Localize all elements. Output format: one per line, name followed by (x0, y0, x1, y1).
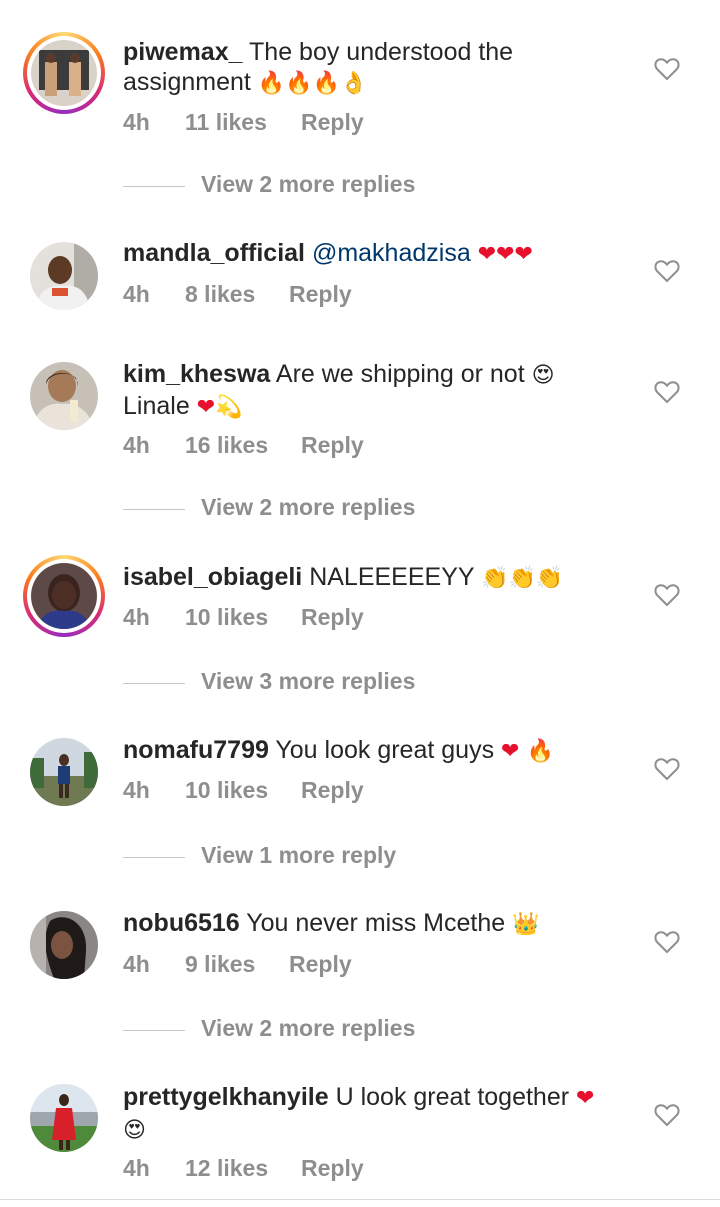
comment-meta: 4h 16 likes Reply (123, 432, 364, 459)
comment-text: You never miss Mcethe (246, 909, 506, 937)
heart-outline-icon[interactable] (654, 583, 680, 607)
comment-text: The boy understood the (249, 38, 514, 66)
comment-body: isabel_obiageli NALEEEEEYY 👏👏👏 (123, 562, 623, 594)
comment-text: U look great together (335, 1083, 570, 1111)
likes-count[interactable]: 12 likes (185, 1155, 301, 1182)
comment-username[interactable]: nomafu7799 (123, 736, 269, 764)
crown-emoji-icon: 👑 (512, 912, 540, 937)
comment-time: 4h (123, 777, 150, 803)
reply-button[interactable]: Reply (289, 951, 352, 978)
comment-time: 4h (123, 951, 150, 977)
avatar[interactable] (30, 362, 98, 430)
likes-count[interactable]: 8 likes (185, 281, 289, 308)
heart-outline-icon[interactable] (654, 757, 680, 781)
comment-meta: 4h 10 likes Reply (123, 604, 364, 631)
comment-meta: 4h 9 likes Reply (123, 951, 352, 978)
comment-body: nomafu7799 You look great guys ❤ 🔥 (123, 735, 623, 767)
comment-username[interactable]: kim_kheswa (123, 360, 270, 388)
bottom-divider (0, 1199, 720, 1200)
comment-text: You look great guys (275, 736, 495, 764)
avatar[interactable] (30, 911, 98, 979)
comment-username[interactable]: mandla_official (123, 239, 305, 267)
reply-button[interactable]: Reply (301, 604, 364, 631)
heart-outline-icon[interactable] (654, 259, 680, 283)
heart-outline-icon[interactable] (654, 57, 680, 81)
comment-text: Linale (123, 392, 190, 420)
divider-line (123, 186, 185, 187)
comment-text: Are we shipping or not (275, 360, 525, 388)
comment-username[interactable]: piwemax_ (123, 38, 243, 66)
avatar[interactable] (30, 242, 98, 310)
comment-time: 4h (123, 432, 150, 458)
reply-button[interactable]: Reply (289, 281, 352, 308)
clapping-hands-emoji-icon: 👏👏👏 (481, 566, 564, 591)
divider-line (123, 857, 185, 858)
comment-meta: 4h 10 likes Reply (123, 777, 364, 804)
heart-eyes-emoji-icon: 😍 (123, 1118, 146, 1143)
divider-line (123, 509, 185, 510)
reply-button[interactable]: Reply (301, 432, 364, 459)
heart-outline-icon[interactable] (654, 380, 680, 404)
reply-button[interactable]: Reply (301, 777, 364, 804)
avatar[interactable] (23, 32, 105, 114)
comment-text: NALEEEEEYY (309, 563, 475, 591)
comment-username[interactable]: nobu6516 (123, 909, 240, 937)
comment-text: assignment (123, 68, 251, 96)
heart-outline-icon[interactable] (654, 1103, 680, 1127)
red-heart-emoji-icon: ❤❤❤ (477, 242, 533, 267)
avatar[interactable] (30, 738, 98, 806)
avatar[interactable] (30, 1084, 98, 1152)
likes-count[interactable]: 10 likes (185, 604, 301, 631)
red-heart-emoji-icon: ❤ (576, 1086, 595, 1111)
divider-line (123, 1030, 185, 1031)
comment-meta: 4h 12 likes Reply (123, 1155, 364, 1182)
comment-time: 4h (123, 1155, 150, 1181)
fire-emoji-icon: 🔥🔥🔥👌 (257, 71, 368, 96)
comment-meta: 4h 8 likes Reply (123, 281, 352, 308)
likes-count[interactable]: 11 likes (185, 109, 301, 136)
comment-time: 4h (123, 281, 150, 307)
reply-button[interactable]: Reply (301, 109, 364, 136)
comment-username[interactable]: isabel_obiageli (123, 563, 302, 591)
reply-button[interactable]: Reply (301, 1155, 364, 1182)
divider-line (123, 683, 185, 684)
heart-sparkle-emoji-icon: ❤💫 (196, 395, 243, 420)
avatar[interactable] (23, 555, 105, 637)
likes-count[interactable]: 10 likes (185, 777, 301, 804)
mention-link[interactable]: @makhadzisa (312, 239, 471, 267)
comment-body: mandla_official @makhadzisa ❤❤❤ (123, 238, 623, 270)
heart-outline-icon[interactable] (654, 930, 680, 954)
comment-body: kim_kheswa Are we shipping or not 😍 Lina… (123, 359, 623, 423)
comment-body: prettygelkhanyile U look great together … (123, 1082, 623, 1146)
comment-time: 4h (123, 604, 150, 630)
likes-count[interactable]: 16 likes (185, 432, 301, 459)
heart-fire-emoji-icon: ❤ 🔥 (501, 739, 554, 764)
comment-time: 4h (123, 109, 150, 135)
comment-username[interactable]: prettygelkhanyile (123, 1083, 329, 1111)
comment-body: piwemax_ The boy understood the assignme… (123, 37, 623, 99)
likes-count[interactable]: 9 likes (185, 951, 289, 978)
heart-eyes-emoji-icon: 😍 (531, 363, 555, 388)
comment-meta: 4h 11 likes Reply (123, 109, 364, 136)
comment-body: nobu6516 You never miss Mcethe 👑 (123, 908, 623, 940)
